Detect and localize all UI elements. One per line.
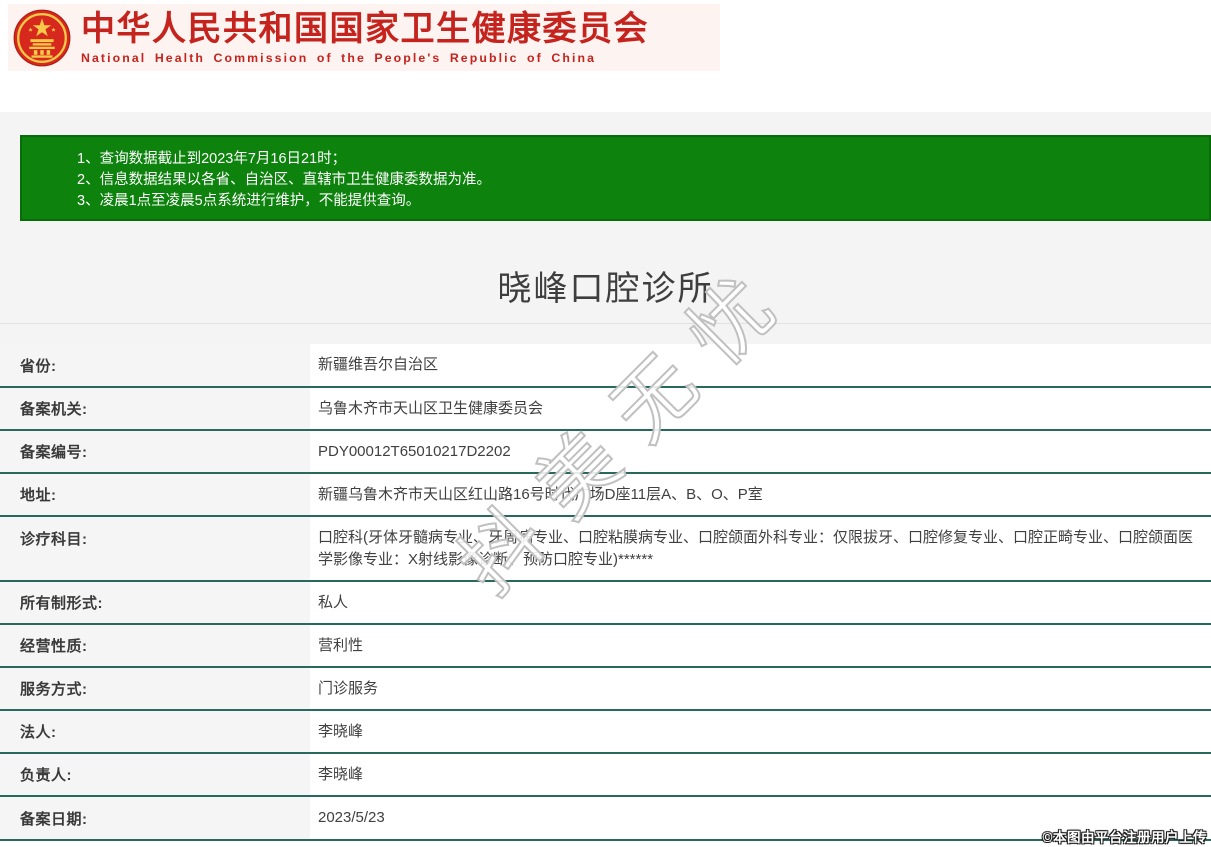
field-value: 门诊服务 [318, 679, 379, 697]
notice-line-1: 1、查询数据截止到2023年7月16日21时； [77, 151, 347, 167]
header-title-cn: 中华人民共和国国家卫生健康委员会 [81, 9, 649, 48]
notice-box: 1、查询数据截止到2023年7月16日21时； 2、信息数据结果以各省、自治区、… [20, 135, 1211, 221]
site-header: 中华人民共和国国家卫生健康委员会 National Health Commiss… [0, 0, 1211, 112]
field-value: 口腔科(牙体牙髓病专业、牙周病专业、口腔粘膜病专业、口腔颌面外科专业：仅限拔牙、… [318, 528, 1194, 568]
field-value: 新疆乌鲁木齐市天山区红山路16号时代广场D座11层A、B、O、P室 [318, 485, 763, 503]
field-value: 私人 [318, 593, 349, 611]
field-label: 负责人: [0, 754, 310, 795]
field-label: 备案编号: [0, 431, 310, 472]
field-label: 法人: [0, 711, 310, 752]
field-value: 新疆维吾尔自治区 [318, 356, 439, 373]
record-table: 省份: 新疆维吾尔自治区 备案机关: 乌鲁木齐市天山区卫生健康委员会 备案编号:… [0, 344, 1211, 841]
record-row-ownership: 所有制形式: 私人 [0, 582, 1211, 625]
record-row-service-mode: 服务方式: 门诊服务 [0, 668, 1211, 711]
corner-watermark: ©本图由平台注册用户上传 [1042, 830, 1207, 845]
field-label: 服务方式: [0, 668, 310, 709]
field-label: 经营性质: [0, 625, 310, 666]
record-row-number: 备案编号: PDY00012T65010217D2202 [0, 431, 1211, 474]
field-value: 营利性 [318, 636, 364, 654]
header-title-en: National Health Commission of the People… [81, 50, 597, 65]
china-national-emblem-icon [13, 9, 71, 66]
notice-line-2: 2、信息数据结果以各省、自治区、直辖市卫生健康委数据为准。 [77, 172, 492, 188]
header-banner: 中华人民共和国国家卫生健康委员会 National Health Commiss… [8, 4, 720, 71]
record-row-province: 省份: 新疆维吾尔自治区 [0, 344, 1211, 388]
clinic-title: 晓峰口腔诊所 [497, 270, 714, 308]
record-row-address: 地址: 新疆乌鲁木齐市天山区红山路16号时代广场D座11层A、B、O、P室 [0, 474, 1211, 517]
field-label: 备案日期: [0, 797, 310, 839]
band-divider [0, 323, 1211, 324]
record-row-authority: 备案机关: 乌鲁木齐市天山区卫生健康委员会 [0, 388, 1211, 431]
field-label: 所有制形式: [0, 582, 310, 623]
field-label: 省份: [0, 344, 310, 386]
field-label: 备案机关: [0, 388, 310, 429]
field-value: 李晓峰 [318, 765, 364, 783]
field-label: 地址: [0, 474, 310, 515]
field-value: PDY00012T65010217D2202 [318, 442, 511, 460]
field-value: 李晓峰 [318, 722, 364, 740]
record-row-legal-person: 法人: 李晓峰 [0, 711, 1211, 754]
field-value: 乌鲁木齐市天山区卫生健康委员会 [318, 399, 544, 417]
header-titles: 中华人民共和国国家卫生健康委员会 National Health Commiss… [81, 11, 649, 65]
record-row-departments: 诊疗科目: 口腔科(牙体牙髓病专业、牙周病专业、口腔粘膜病专业、口腔颌面外科专业… [0, 517, 1211, 582]
record-row-business-nature: 经营性质: 营利性 [0, 625, 1211, 668]
notice-band: 1、查询数据截止到2023年7月16日21时； 2、信息数据结果以各省、自治区、… [0, 112, 1211, 344]
notice-line-3: 3、凌晨1点至凌晨5点系统进行维护，不能提供查询。 [77, 193, 421, 209]
record-row-filing-date: 备案日期: 2023/5/23 [0, 797, 1211, 841]
record-row-person-in-charge: 负责人: 李晓峰 [0, 754, 1211, 797]
field-label: 诊疗科目: [0, 517, 310, 580]
